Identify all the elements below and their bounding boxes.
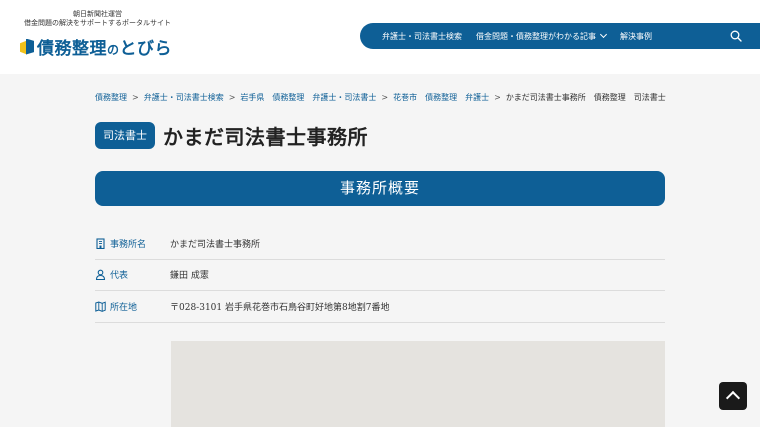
site-logo[interactable]: 債務整理のとびら xyxy=(20,34,180,59)
chevron-up-icon xyxy=(725,390,741,406)
nav-articles[interactable]: 借金問題・債務整理がわかる記事 xyxy=(476,30,608,42)
info-value: 〒028-3101 岩手県花巻市石鳥谷町好地第8地割7番地 xyxy=(170,302,390,313)
info-row-representative: 代表 鎌田 成憲 xyxy=(95,260,665,291)
breadcrumb-current: かまだ司法書士事務所 債務整理 司法書士 xyxy=(505,93,666,102)
logo-mark-icon xyxy=(20,38,34,55)
chevron-down-icon xyxy=(599,30,608,39)
person-icon xyxy=(95,269,106,281)
back-to-top-button[interactable] xyxy=(719,382,747,410)
breadcrumb-separator: > xyxy=(228,93,236,102)
info-label: 代表 xyxy=(110,271,129,282)
map-icon xyxy=(95,301,106,312)
breadcrumb-item[interactable]: 債務整理 xyxy=(95,92,127,103)
tagline-line2: 借金問題の解決をサポートするポータルサイト xyxy=(24,19,171,27)
breadcrumb-separator: > xyxy=(494,93,501,102)
info-row-address: 所在地 〒028-3101 岩手県花巻市石鳥谷町好地第8地割7番地 xyxy=(95,291,665,323)
breadcrumb: 債務整理 > 弁護士・司法書士検索 > 岩手県 債務整理 弁護士・司法書士 > … xyxy=(95,92,666,103)
breadcrumb-separator: > xyxy=(381,93,389,102)
page-title-row: 司法書士 かまだ司法書士事務所 xyxy=(95,121,368,150)
category-badge: 司法書士 xyxy=(95,122,155,149)
site-brand[interactable]: 朝日新聞社運営 借金問題の解決をサポートするポータルサイト 債務整理のとびら xyxy=(20,10,180,59)
breadcrumb-item[interactable]: 花巻市 債務整理 弁護士 xyxy=(393,92,489,103)
building-icon xyxy=(96,238,105,249)
info-label: 所在地 xyxy=(110,302,138,313)
global-nav: 弁護士・司法書士検索 借金問題・債務整理がわかる記事 解決事例 xyxy=(360,23,760,49)
site-header: 朝日新聞社運営 借金問題の解決をサポートするポータルサイト 債務整理のとびら 弁… xyxy=(0,0,760,74)
office-info-table: 事務所名 かまだ司法書士事務所 代表 鎌田 成憲 所在地 〒028-3101 岩… xyxy=(95,228,665,323)
logo-text: 債務整理のとびら xyxy=(37,39,173,59)
search-icon[interactable] xyxy=(730,30,742,42)
info-value: かまだ司法書士事務所 xyxy=(170,239,261,250)
info-label: 事務所名 xyxy=(110,239,147,250)
embedded-map[interactable] xyxy=(171,341,665,427)
page-title: かまだ司法書士事務所 xyxy=(163,125,368,149)
breadcrumb-item[interactable]: 弁護士・司法書士検索 xyxy=(144,92,224,103)
breadcrumb-separator: > xyxy=(132,93,139,102)
tagline-line1: 朝日新聞社運営 xyxy=(73,10,122,18)
info-value: 鎌田 成憲 xyxy=(170,271,209,282)
section-heading: 事務所概要 xyxy=(95,171,665,206)
nav-lawyer-search[interactable]: 弁護士・司法書士検索 xyxy=(382,31,462,42)
info-row-office-name: 事務所名 かまだ司法書士事務所 xyxy=(95,228,665,260)
breadcrumb-item[interactable]: 岩手県 債務整理 弁護士・司法書士 xyxy=(240,92,376,103)
nav-case-studies[interactable]: 解決事例 xyxy=(620,31,652,42)
